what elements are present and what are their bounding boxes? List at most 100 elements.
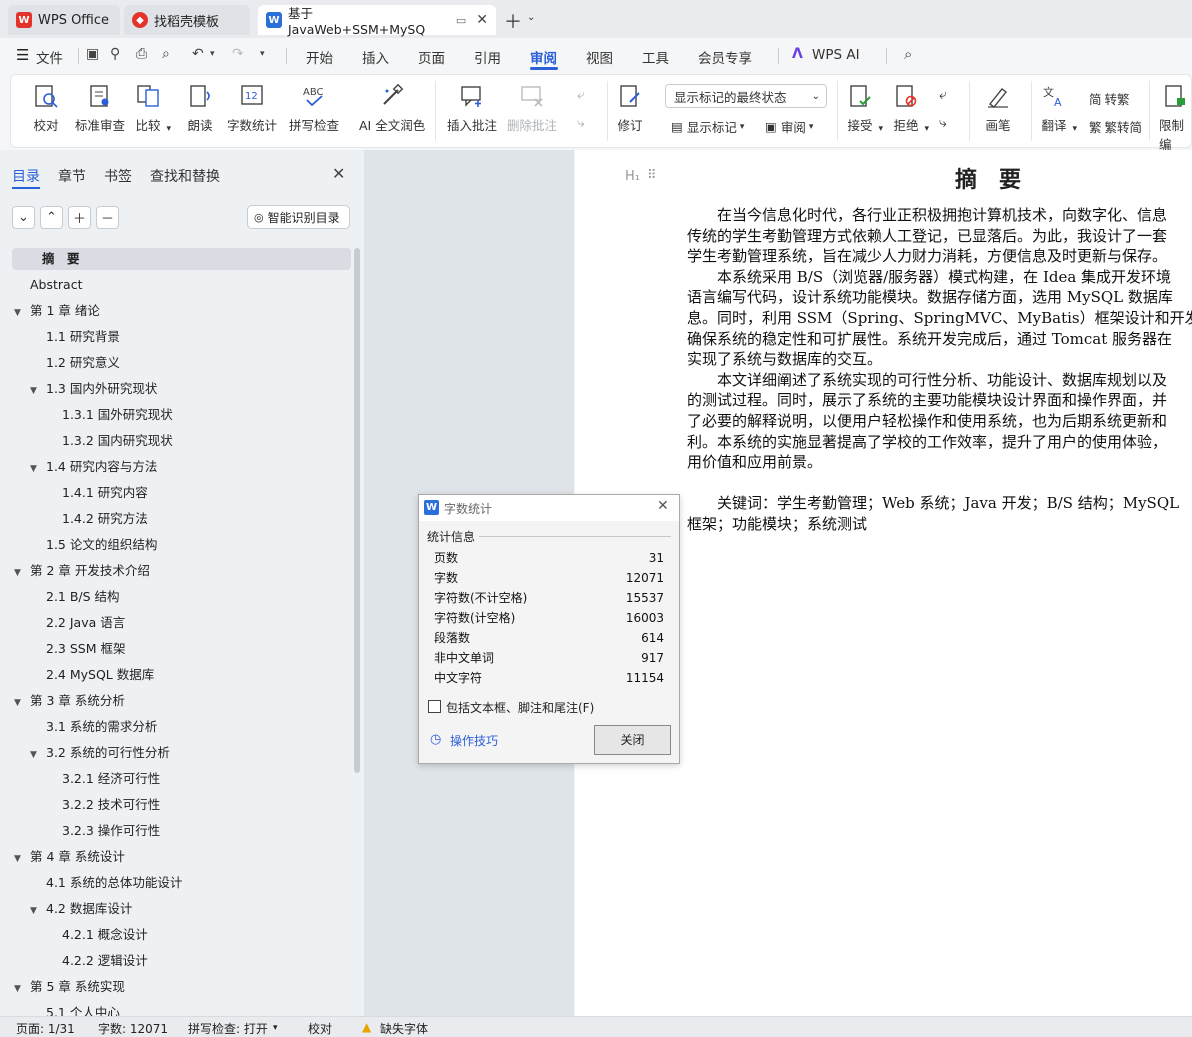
tab-document[interactable]: W 基于JavaWeb+SSM+MySQ ▭ ✕ [258,5,496,37]
scrollbar[interactable] [354,248,360,773]
tab-bookmarks[interactable]: 书签 [104,166,132,186]
close-icon[interactable]: ✕ [476,12,488,28]
expand-triangle-icon[interactable]: ▼ [30,380,46,402]
toc-item[interactable]: ▼ 第 1 章 绪论 [14,300,100,322]
share-icon[interactable]: ⚲ [110,46,120,62]
search-icon[interactable]: ⌕ [904,45,912,63]
add-heading-button[interactable]: ＋ [68,206,91,229]
expand-triangle-icon[interactable]: ▼ [14,978,30,1000]
expand-triangle-icon[interactable]: ▼ [14,302,30,324]
toc-item[interactable]: ▼ 3.2 系统的可行性分析 [30,742,170,764]
toc-item[interactable]: 2.1 B/S 结构 [30,586,120,608]
menu-file[interactable]: 文件 [36,47,63,67]
expand-triangle-icon[interactable]: ▼ [30,458,46,480]
toc-item[interactable]: ▼ 1.4 研究内容与方法 [30,456,157,478]
previous-comment-icon[interactable]: ⤶ [577,87,585,103]
print-icon[interactable]: ⎙ [136,46,147,62]
new-tab-icon[interactable]: ＋ [504,8,522,34]
page-indicator[interactable]: 页面: 1/31 [16,1020,75,1037]
screen-icon[interactable]: ▭ [456,14,466,27]
include-textbox-checkbox[interactable] [428,700,441,713]
toc-item[interactable]: 3.2.2 技术可行性 [46,794,160,816]
expand-triangle-icon[interactable]: ▼ [14,848,30,870]
print-preview-icon[interactable]: ⌕ [162,46,170,62]
translate-button[interactable]: 文A 翻译 ▾ [1041,83,1077,134]
proofread-button[interactable]: 校对 [33,83,59,134]
menu-insert[interactable]: 插入 [362,47,389,67]
ai-polish-button[interactable]: AI 全文润色 [359,83,425,134]
tab-toc[interactable]: 目录 [12,166,40,186]
toc-item[interactable]: 4.2.1 概念设计 [46,924,148,946]
menu-reference[interactable]: 引用 [474,47,501,67]
move-up-button[interactable]: ⌃ [40,206,63,229]
reject-button[interactable]: 拒绝 ▾ [893,83,929,134]
read-aloud-button[interactable]: 朗读 [187,83,213,134]
redo-icon[interactable]: ↷ [232,46,244,62]
remove-heading-button[interactable]: － [96,206,119,229]
word-count-button[interactable]: 12 字数统计 [227,83,277,134]
accept-button[interactable]: 接受 ▾ [847,83,883,134]
save-icon[interactable]: ▣ [86,46,99,62]
toc-item[interactable]: 1.4.2 研究方法 [46,508,148,530]
toc-item[interactable]: 摘 要 [12,248,351,270]
chevron-down-icon[interactable]: ▾ [210,49,215,59]
pen-button[interactable]: 画笔 [985,83,1011,134]
toc-item[interactable]: ▼ 第 3 章 系统分析 [14,690,125,712]
toc-item[interactable]: 1.1 研究背景 [30,326,120,348]
toc-item[interactable]: ▼ 4.2 数据库设计 [30,898,132,920]
menu-wps-ai[interactable]: WPS AI [812,47,860,63]
menu-view[interactable]: 视图 [586,47,613,67]
close-icon[interactable]: ✕ [332,164,345,183]
revise-button[interactable]: 修订 [617,83,643,134]
toc-item[interactable]: Abstract [14,274,82,296]
toc-item[interactable]: 3.2.3 操作可行性 [46,820,160,842]
tab-find-replace[interactable]: 查找和替换 [150,166,220,186]
next-change-icon[interactable]: ⤷ [939,115,947,131]
restrict-edit-button[interactable]: 限制编 [1159,83,1191,153]
toc-item[interactable]: 1.3.2 国内研究现状 [46,430,173,452]
show-markup-button[interactable]: ▤ 显示标记 ▾ [671,117,744,136]
expand-triangle-icon[interactable]: ▼ [14,562,30,584]
menu-member[interactable]: 会员专享 [698,47,752,67]
drag-handle-icon[interactable]: ⠿ [647,168,657,183]
to-simplified-button[interactable]: 繁繁转简 [1089,117,1142,136]
toc-item[interactable]: 4.1 系统的总体功能设计 [30,872,182,894]
toc-item[interactable]: 3.2.1 经济可行性 [46,768,160,790]
toc-item[interactable]: 4.2.2 逻辑设计 [46,950,148,972]
toc-item[interactable]: 1.3.1 国外研究现状 [46,404,173,426]
toc-item[interactable]: 1.4.1 研究内容 [46,482,148,504]
menu-page[interactable]: 页面 [418,47,445,67]
tab-wps-office[interactable]: W WPS Office [8,5,120,35]
smart-toc-button[interactable]: ◎ 智能识别目录 [247,205,350,229]
close-icon[interactable]: ✕ [657,498,669,514]
tab-docer[interactable]: ◆ 找稻壳模板 [124,5,250,35]
collapse-all-button[interactable]: ⌄ [12,206,35,229]
word-count-indicator[interactable]: 字数: 12071 [98,1020,168,1037]
toc-item[interactable]: ▼ 1.3 国内外研究现状 [30,378,157,400]
expand-triangle-icon[interactable]: ▼ [14,692,30,714]
menu-review[interactable]: 审阅 [530,47,557,67]
toc-item[interactable]: 1.2 研究意义 [30,352,120,374]
expand-triangle-icon[interactable]: ▼ [30,744,46,766]
tab-chapters[interactable]: 章节 [58,166,86,186]
toc-item[interactable]: 2.4 MySQL 数据库 [30,664,154,686]
toc-item[interactable]: 1.5 论文的组织结构 [30,534,157,556]
chevron-down-icon[interactable]: ⌄ [527,12,535,23]
toc-item[interactable]: 2.2 Java 语言 [30,612,125,634]
chevron-down-icon[interactable]: ▾ [260,49,265,59]
toc-item[interactable]: ▼ 第 5 章 系统实现 [14,976,125,998]
menu-start[interactable]: 开始 [306,47,333,67]
missing-font-indicator[interactable]: 缺失字体 [380,1020,428,1037]
heading-marker-icon[interactable]: H₁ [625,169,640,184]
expand-triangle-icon[interactable]: ▼ [30,900,46,922]
spell-check-indicator[interactable]: 拼写检查: 打开 [188,1020,268,1037]
standard-review-button[interactable]: 标准审查 [75,83,125,134]
hamburger-icon[interactable]: ☰ [16,46,29,64]
track-mode-select[interactable]: 显示标记的最终状态 ⌄ [665,84,827,108]
next-comment-icon[interactable]: ⤷ [577,115,585,131]
toc-item[interactable]: ▼ 第 2 章 开发技术介绍 [14,560,150,582]
close-button[interactable]: 关闭 [594,725,671,755]
undo-icon[interactable]: ↶ [192,46,204,62]
toc-item[interactable]: 3.1 系统的需求分析 [30,716,157,738]
to-traditional-button[interactable]: 简转繁 [1089,89,1130,108]
